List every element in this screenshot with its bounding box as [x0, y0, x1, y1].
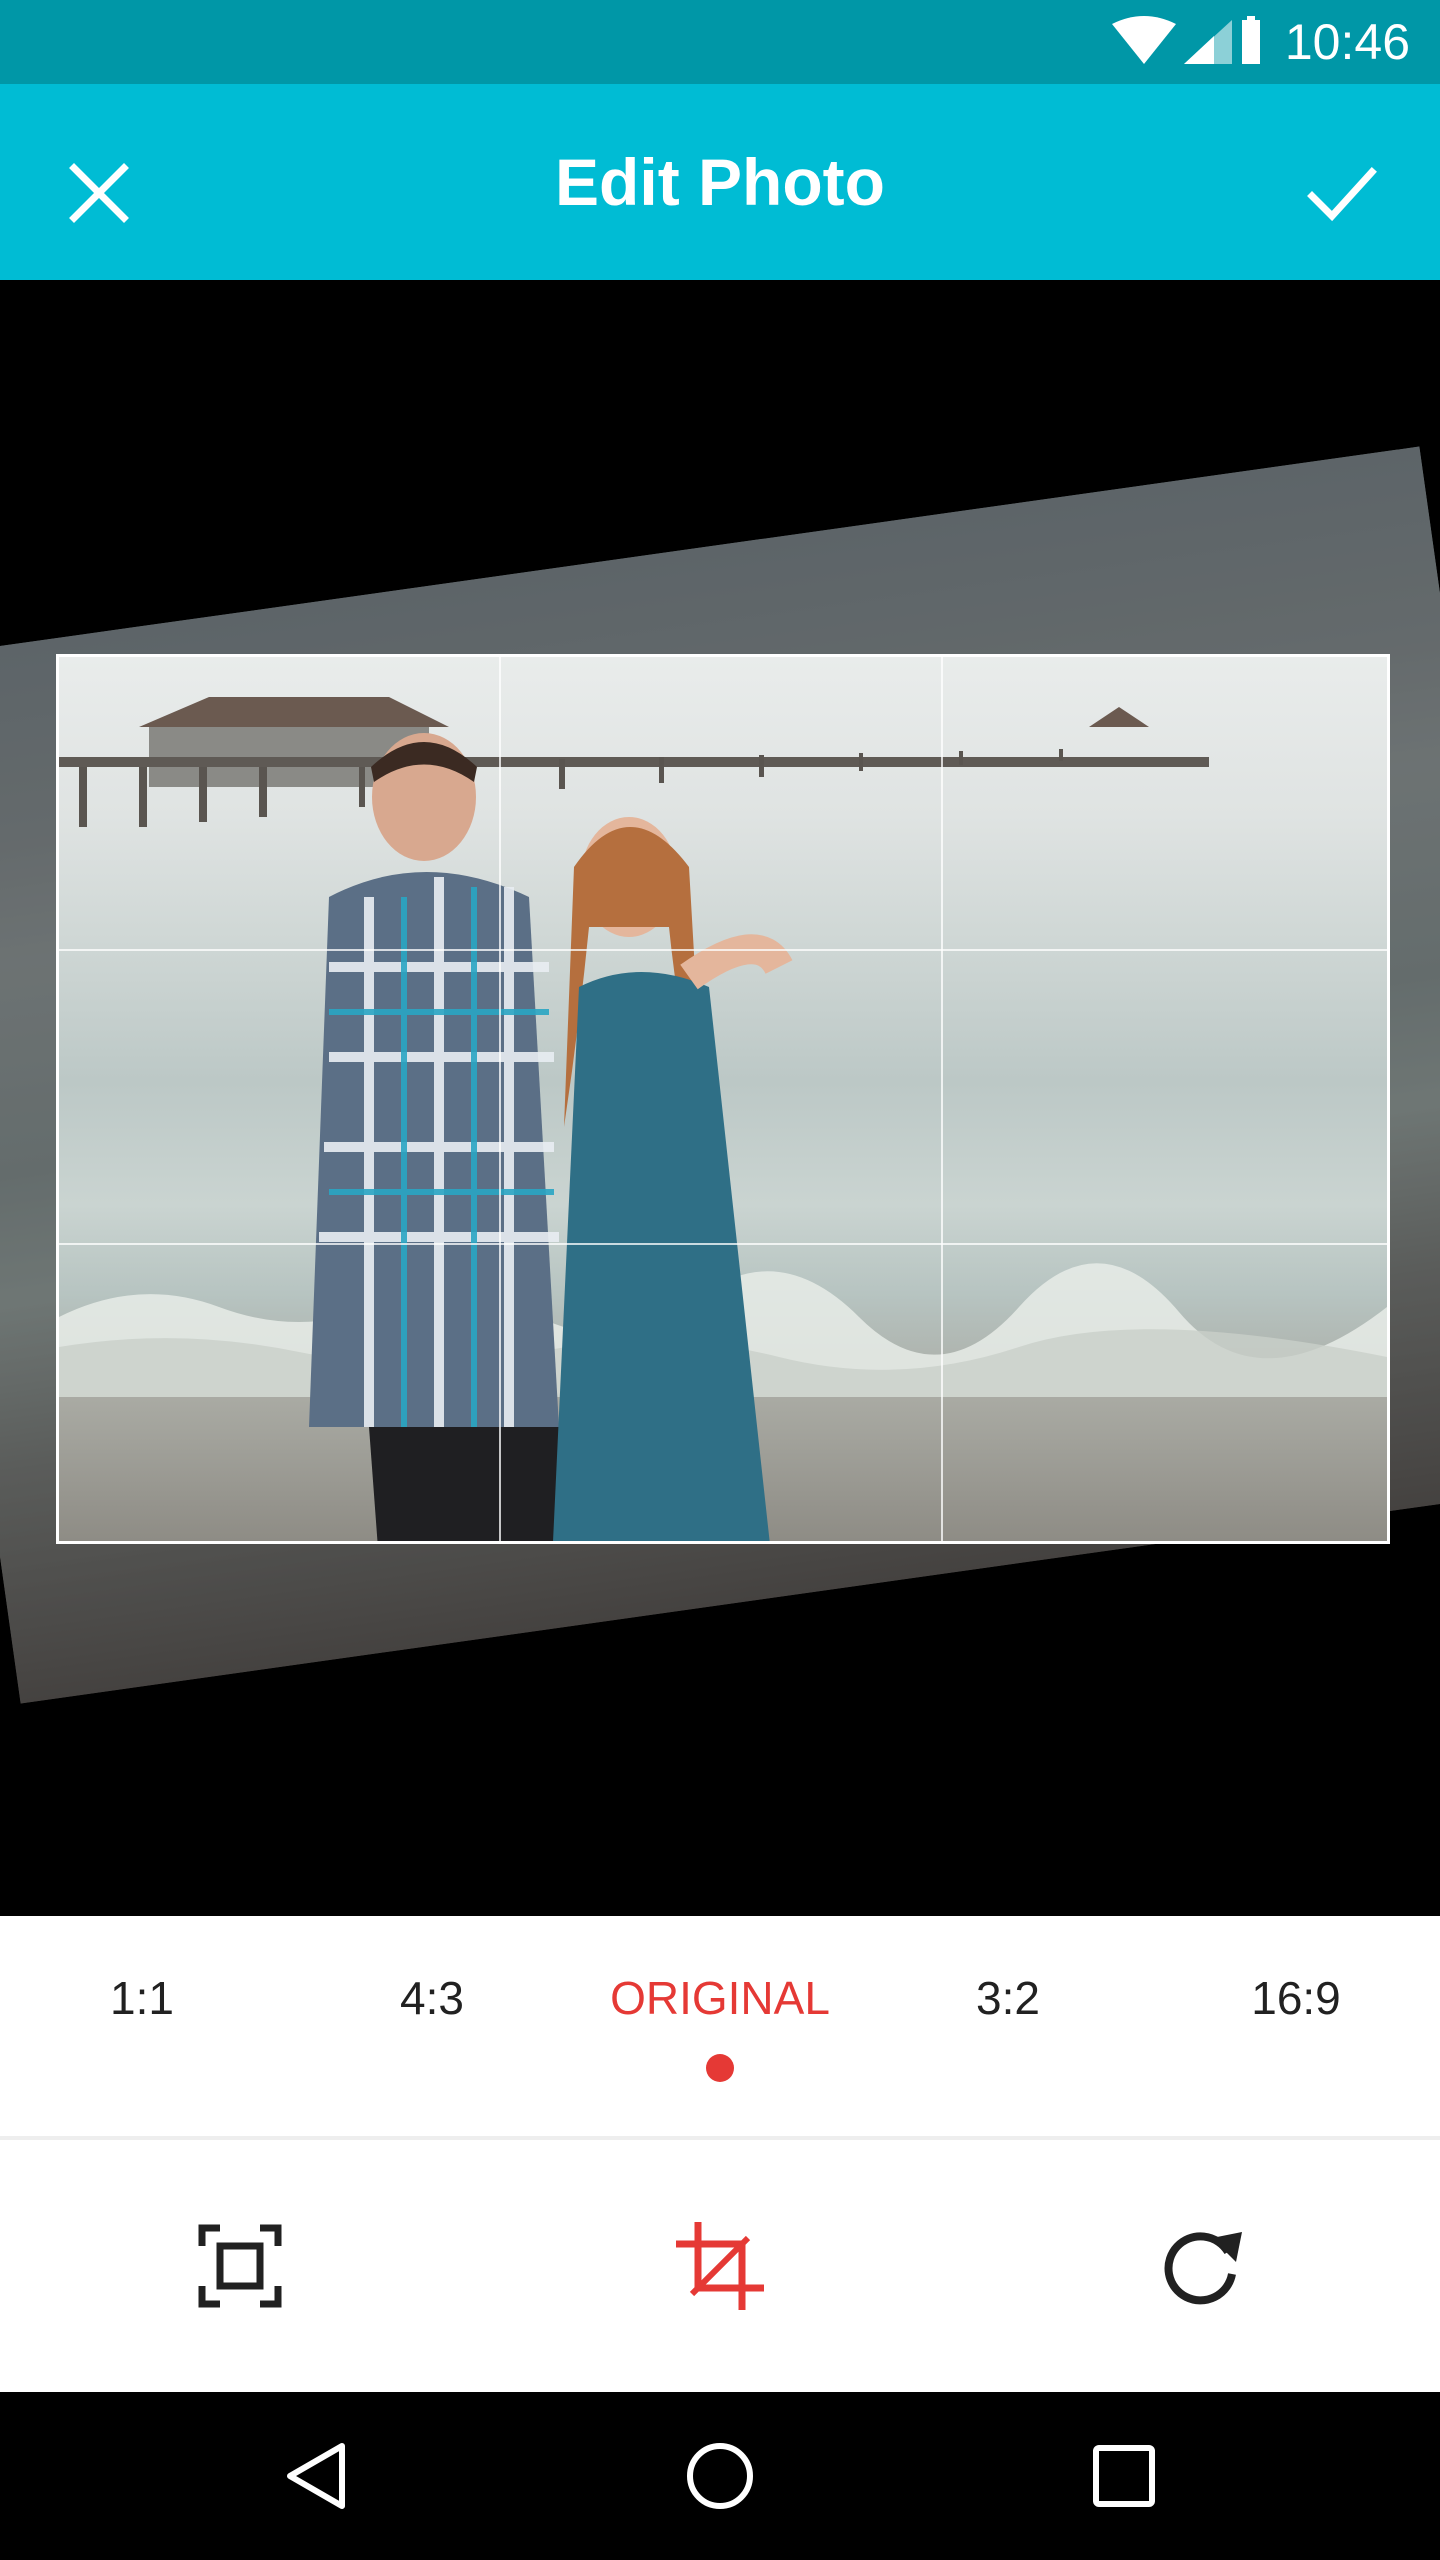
couple-image	[309, 733, 793, 1541]
crop-button[interactable]	[672, 2218, 768, 2314]
grid-line-vertical-2	[941, 657, 943, 1541]
crop-icon	[676, 2222, 764, 2310]
wifi-icon	[1112, 16, 1176, 64]
check-icon	[1307, 167, 1377, 222]
home-icon	[687, 2443, 753, 2509]
crop-frame[interactable]	[56, 654, 1390, 1544]
back-button[interactable]	[272, 2432, 360, 2520]
grid-line-vertical-1	[499, 657, 501, 1541]
aspect-ratio-bar: 1:1 4:3 ORIGINAL 3:2 16:9	[0, 1916, 1440, 2140]
tool-bar	[0, 2140, 1440, 2392]
navigation-bar	[0, 2392, 1440, 2560]
selected-indicator	[706, 2054, 734, 2082]
back-icon	[287, 2443, 345, 2509]
ratio-option-3-2[interactable]: 3:2	[888, 1970, 1128, 2026]
home-button[interactable]	[676, 2432, 764, 2520]
rotate-button[interactable]	[1152, 2218, 1248, 2314]
status-bar: 10:46	[0, 0, 1440, 84]
ratio-option-16-9[interactable]: 16:9	[1176, 1970, 1416, 2026]
signal-icon	[1184, 20, 1232, 64]
battery-icon	[1242, 16, 1260, 64]
ratio-option-original[interactable]: ORIGINAL	[600, 1970, 840, 2026]
ratio-option-1-1[interactable]: 1:1	[22, 1970, 262, 2026]
fit-button[interactable]	[192, 2218, 288, 2314]
ratio-option-4-3[interactable]: 4:3	[312, 1970, 552, 2026]
recents-icon	[1093, 2445, 1155, 2507]
recents-button[interactable]	[1080, 2432, 1168, 2520]
status-icons	[1112, 16, 1260, 64]
status-time: 10:46	[1284, 14, 1410, 70]
grid-line-horizontal-1	[59, 949, 1387, 951]
photo-canvas[interactable]	[0, 280, 1440, 1916]
grid-line-horizontal-2	[59, 1243, 1387, 1245]
rotate-icon	[1164, 2232, 1242, 2305]
fit-icon	[198, 2224, 282, 2308]
page-title: Edit Photo	[555, 145, 885, 219]
app-bar: Edit Photo	[0, 84, 1440, 280]
confirm-button[interactable]	[1286, 138, 1396, 248]
